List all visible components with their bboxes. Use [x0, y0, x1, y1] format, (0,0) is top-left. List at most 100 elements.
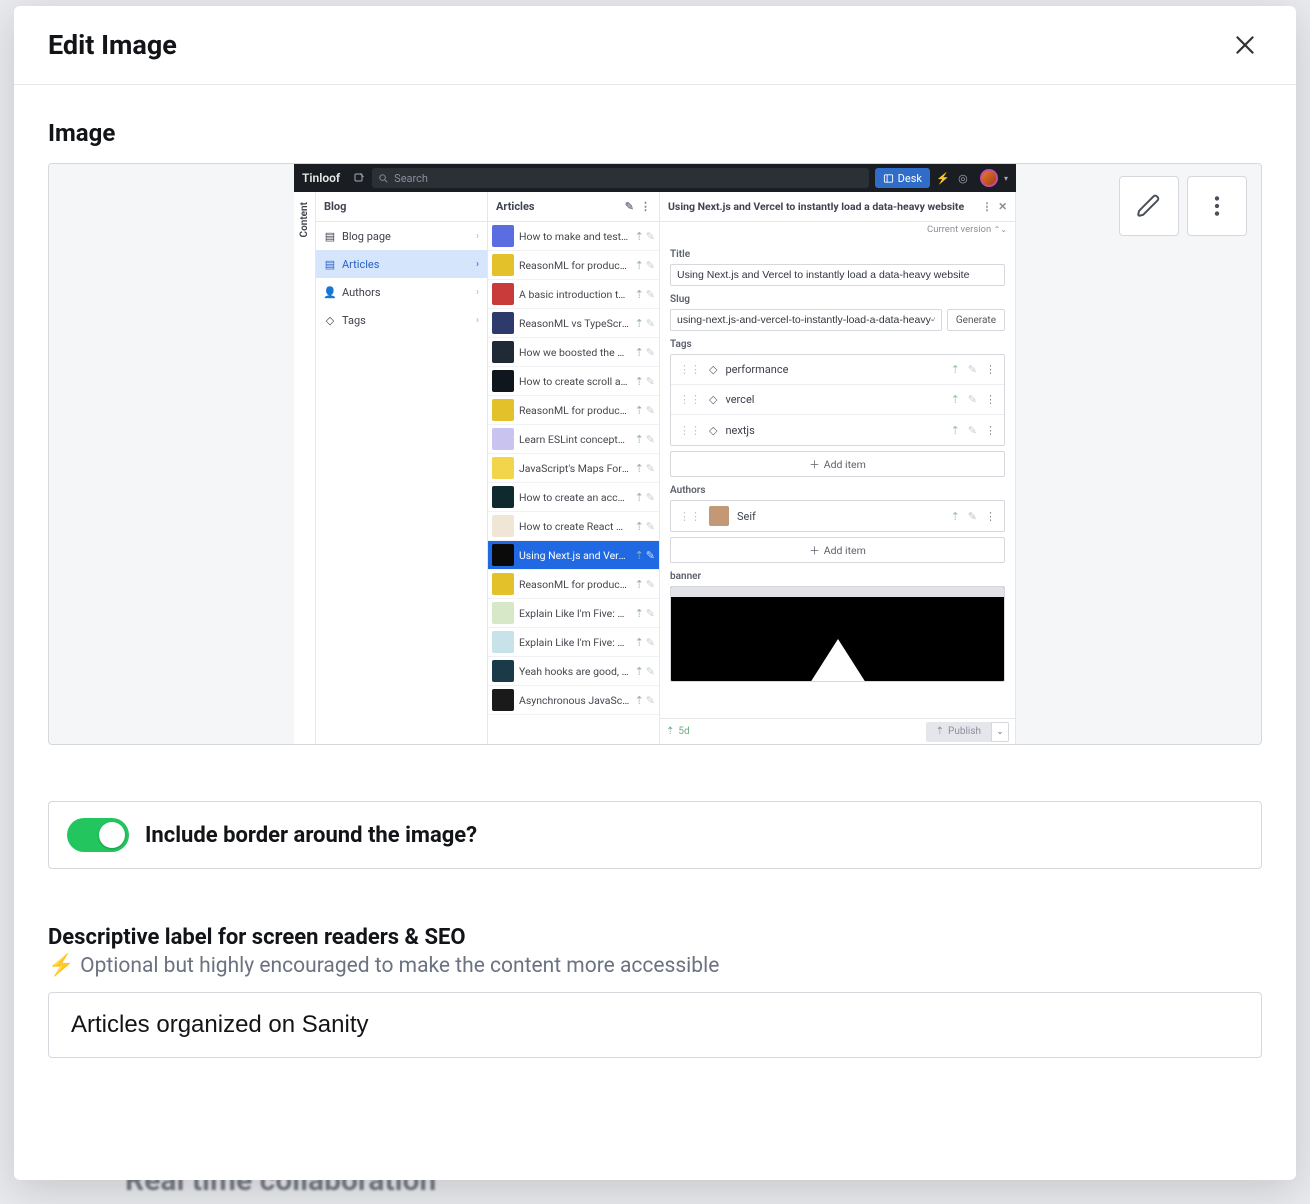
article-status-icons: ⇡✎	[635, 694, 655, 707]
image-section-label: Image	[48, 119, 1262, 147]
compose-icon	[352, 171, 366, 185]
preview-add-tag: ＋Add item	[670, 451, 1005, 477]
article-title: ReasonML for productio…	[519, 578, 630, 591]
preview-add-author: ＋Add item	[670, 537, 1005, 563]
preview-blog-header: Blog	[316, 192, 487, 222]
preview-doc-title: Using Next.js and Vercel to instantly lo…	[668, 200, 976, 213]
alt-text-input[interactable]	[48, 992, 1262, 1058]
border-toggle-row: Include border around the image?	[48, 801, 1262, 869]
close-button[interactable]	[1228, 28, 1262, 62]
toggle-knob	[99, 822, 125, 848]
publish-status-icon: ⇡	[951, 393, 960, 406]
article-title: How to create an access…	[519, 491, 630, 504]
nav-label: Tags	[342, 314, 366, 327]
article-title: Learn ESLint concepts, n…	[519, 433, 630, 446]
article-status-icons: ⇡✎	[635, 491, 655, 504]
article-status-icons: ⇡✎	[635, 433, 655, 446]
article-status-icons: ⇡✎	[635, 665, 655, 678]
image-preview: Tinloof Search Desk ⚡ ◎ ▾	[294, 164, 1016, 744]
article-title: A basic introduction to f…	[519, 288, 630, 301]
chevron-right-icon: ›	[476, 287, 479, 298]
article-title: Explain Like I'm Five: We…	[519, 607, 630, 620]
preview-vertical-tab: Content	[294, 192, 316, 744]
thumb-icon	[492, 515, 514, 537]
article-status-icons: ⇡✎	[635, 375, 655, 388]
preview-article-item: ReasonML for productio…⇡✎	[488, 251, 659, 280]
user-icon: 👤	[324, 286, 336, 298]
preview-title-input	[670, 264, 1005, 286]
thumb-icon	[492, 660, 514, 682]
bell-icon: ◎	[956, 171, 970, 185]
article-status-icons: ⇡✎	[635, 259, 655, 272]
preview-article-item: Using Next.js and Vercel …⇡✎	[488, 541, 659, 570]
article-title: ReasonML vs TypeScript…	[519, 317, 630, 330]
thumb-icon	[492, 457, 514, 479]
drag-icon: ⋮⋮	[679, 393, 701, 406]
preview-generate-button: Generate	[947, 309, 1005, 331]
thumb-icon	[492, 689, 514, 711]
publish-status-icon: ⇡	[951, 363, 960, 376]
kebab-icon: ⋮	[640, 200, 651, 213]
article-title: How to make and test yo…	[519, 230, 630, 243]
preview-article-item: ReasonML for productio…⇡✎	[488, 570, 659, 599]
panel-icon	[883, 173, 894, 184]
field-label-banner: banner	[670, 571, 1005, 582]
preview-articles-column: Articles ✎ ⋮ How to make and test yo…⇡✎R…	[488, 192, 660, 744]
search-icon	[378, 173, 389, 184]
tag-icon: ◇	[709, 363, 717, 376]
field-label-slug: Slug	[670, 294, 1005, 305]
preview-article-item: How to create scroll ani… ⇡✎	[488, 367, 659, 396]
pencil-icon: ✎	[968, 424, 977, 437]
article-title: Explain Like I'm Five: Rea…	[519, 636, 630, 649]
modal-header: Edit Image	[14, 6, 1296, 85]
tag-name: vercel	[725, 393, 942, 406]
image-menu-button[interactable]	[1187, 176, 1247, 236]
article-title: ReasonML for productio…	[519, 404, 630, 417]
preview-article-item: How to create React Not…⇡✎	[488, 512, 659, 541]
thumb-icon	[492, 399, 514, 421]
field-label-tags: Tags	[670, 339, 1005, 350]
kebab-icon: ⋮	[982, 200, 993, 213]
preview-article-item: Learn ESLint concepts, n… ⇡✎	[488, 425, 659, 454]
preview-article-item: Yeah hooks are good, bu… ⇡✎	[488, 657, 659, 686]
article-title: How to create scroll ani…	[519, 375, 630, 388]
article-title: Yeah hooks are good, bu…	[519, 665, 630, 678]
chevron-down-icon: ▾	[1004, 174, 1008, 183]
preview-article-item: How we boosted the per…⇡✎	[488, 338, 659, 367]
kebab-icon: ⋮	[985, 393, 996, 406]
preview-search: Search	[372, 168, 869, 188]
chevron-right-icon: ›	[476, 259, 479, 270]
field-label-authors: Authors	[670, 485, 1005, 496]
article-status-icons: ⇡✎	[635, 288, 655, 301]
kebab-icon: ⋮	[985, 363, 996, 376]
nav-label: Authors	[342, 286, 381, 299]
preview-article-item: A basic introduction to f… ⇡✎	[488, 280, 659, 309]
preview-version: Current version ⌃⌄	[660, 222, 1015, 241]
thumb-icon	[492, 573, 514, 595]
thumb-icon	[492, 544, 514, 566]
thumb-icon	[492, 283, 514, 305]
drag-icon: ⋮⋮	[679, 510, 701, 523]
preview-nav-blog-page: ▤Blog page ›	[316, 222, 487, 250]
modal-body: Image Tinloof Se	[14, 85, 1296, 1180]
tag-icon: ◇	[709, 393, 717, 406]
publish-status-icon: ⇡	[951, 424, 960, 437]
preview-article-item: ReasonML vs TypeScript…⇡✎	[488, 309, 659, 338]
preview-desk-pill: Desk	[875, 168, 930, 188]
preview-topbar: Tinloof Search Desk ⚡ ◎ ▾	[294, 164, 1016, 192]
preview-tags-list: ⋮⋮◇performance⇡✎⋮⋮⋮◇vercel⇡✎⋮⋮⋮◇nextjs⇡✎…	[670, 354, 1005, 446]
doc-icon: ▤	[324, 230, 336, 242]
preview-search-placeholder: Search	[394, 172, 428, 185]
thumb-icon	[492, 341, 514, 363]
chevron-right-icon: ›	[476, 231, 479, 242]
edit-crop-button[interactable]	[1119, 176, 1179, 236]
preview-desk-label: Desk	[898, 172, 922, 185]
preview-articles-header: Articles ✎ ⋮	[488, 192, 659, 222]
preview-tag-row: ⋮⋮◇nextjs⇡✎⋮	[671, 415, 1004, 445]
border-toggle[interactable]	[67, 818, 129, 852]
kebab-icon: ⋮	[985, 510, 996, 523]
thumb-icon	[492, 631, 514, 653]
avatar	[980, 169, 998, 187]
preview-article-item: JavaScript's Maps For B…⇡✎	[488, 454, 659, 483]
chevron-right-icon: ›	[476, 315, 479, 326]
